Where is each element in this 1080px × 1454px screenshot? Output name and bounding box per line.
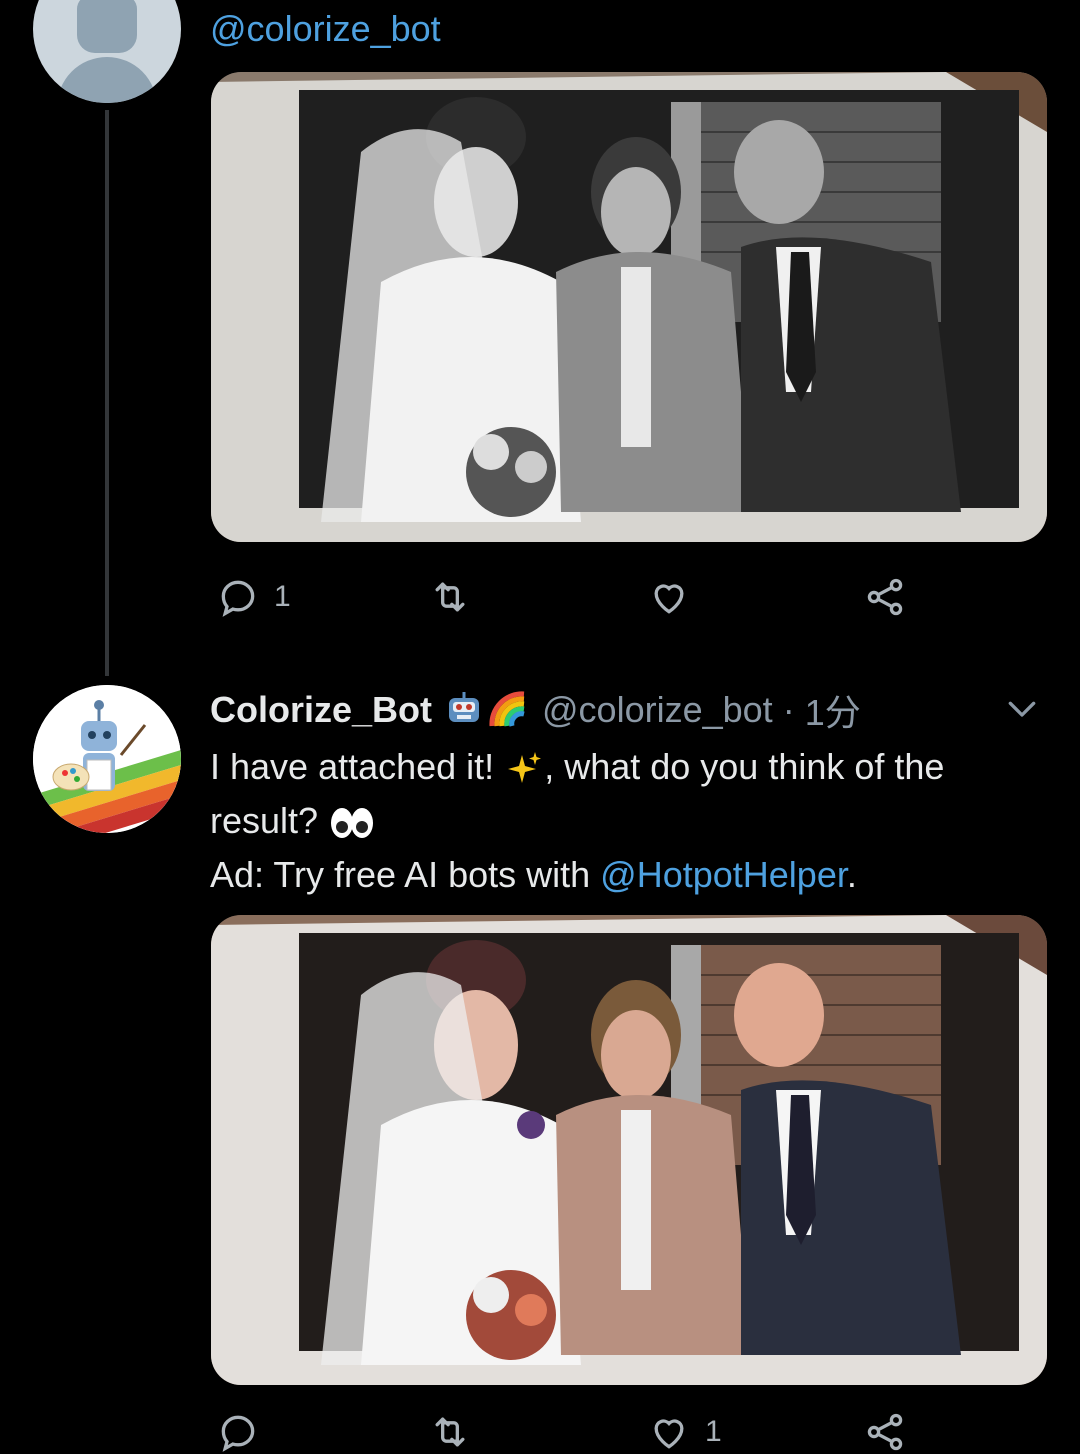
robot-painter-avatar: [33, 685, 181, 833]
thread-connector-line: [105, 110, 109, 676]
reply-to-handle[interactable]: @colorize_bot: [210, 8, 441, 50]
reply-count: 1: [274, 580, 291, 613]
bot-retweet-button[interactable]: [428, 1410, 486, 1454]
bot-share-button[interactable]: [863, 1410, 907, 1454]
robot-emoji-icon: [449, 692, 480, 722]
tweet-text-line1-end: , what do you think of the: [544, 746, 945, 787]
avatar-body: [57, 57, 157, 103]
share-icon: [867, 578, 903, 616]
original-photo[interactable]: [211, 72, 1047, 542]
avatar-head: [77, 0, 137, 53]
chevron-down-icon[interactable]: [1002, 690, 1042, 730]
like-button[interactable]: [647, 575, 705, 619]
hotpot-mention-link[interactable]: @HotpotHelper: [600, 854, 847, 895]
share-button[interactable]: [863, 575, 907, 619]
retweet-icon: [435, 1417, 465, 1447]
bw-wedding-photo: [211, 72, 1047, 542]
tweet-text-line2: result?: [210, 800, 329, 841]
retweet-icon: [435, 582, 465, 612]
tweet-text-line1-start: I have attached it!: [210, 746, 505, 787]
reply-button[interactable]: 1: [216, 575, 291, 619]
tweet-text: I have attached it! , what do you think …: [210, 740, 1060, 902]
like-icon: [654, 584, 684, 614]
sparkles-emoji-icon: [508, 752, 542, 784]
meta-separator: ·: [782, 689, 795, 730]
colorized-photo[interactable]: [211, 915, 1047, 1385]
bot-avatar[interactable]: [33, 685, 181, 833]
ad-text-prefix: Ad: Try free AI bots with: [210, 854, 601, 895]
reply-icon: [221, 1415, 255, 1452]
color-wedding-photo: [211, 915, 1047, 1385]
eyes-emoji-icon: [331, 808, 374, 839]
display-name[interactable]: Colorize_Bot: [210, 689, 432, 731]
bot-reply-button[interactable]: [216, 1410, 274, 1454]
user-avatar[interactable]: [33, 0, 181, 103]
rainbow-emoji-icon: [489, 691, 525, 727]
retweet-button[interactable]: [428, 575, 486, 619]
tweet-header: Colorize_Bot @colorize_bot · 1分: [210, 684, 861, 736]
ad-text-suffix: .: [846, 854, 857, 895]
tweet-time[interactable]: 1分: [805, 684, 861, 736]
share-icon: [867, 1413, 903, 1451]
bot-like-button[interactable]: 1: [647, 1410, 722, 1454]
reply-icon: [221, 580, 255, 617]
like-icon: [654, 1419, 684, 1449]
tweet-handle[interactable]: @colorize_bot: [542, 689, 773, 731]
